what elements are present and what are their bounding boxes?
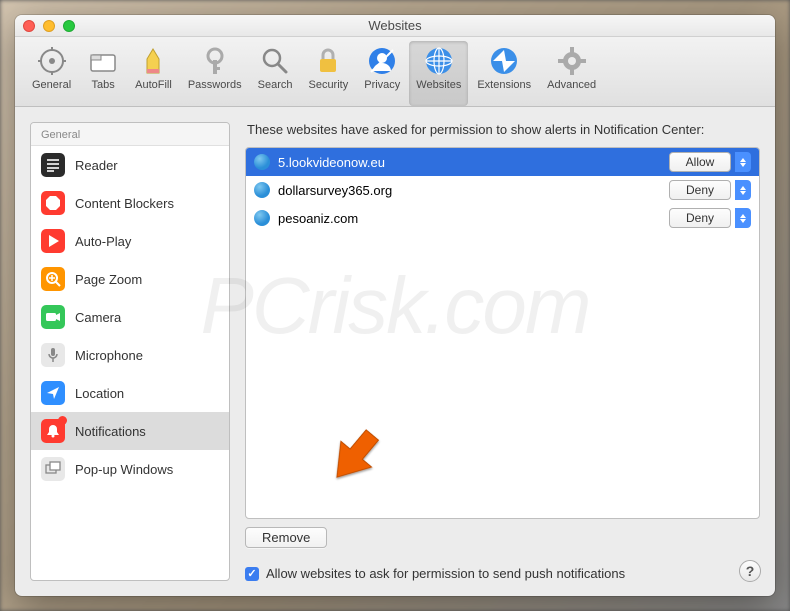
auto-play-icon: [41, 229, 65, 253]
toolbar-label: General: [32, 79, 71, 91]
content-pane: These websites have asked for permission…: [245, 122, 760, 581]
website-icon: [254, 182, 270, 198]
sidebar-item-content-blockers[interactable]: Content Blockers: [31, 184, 229, 222]
select-arrows-icon[interactable]: [735, 152, 751, 172]
permission-select[interactable]: Deny: [669, 180, 731, 200]
websites-icon: [423, 45, 455, 77]
extensions-icon: [488, 45, 520, 77]
toolbar-label: Websites: [416, 79, 461, 91]
toolbar-autofill[interactable]: AutoFill: [128, 41, 179, 106]
toolbar-tabs[interactable]: Tabs: [80, 41, 126, 106]
sidebar-item-label: Reader: [75, 158, 118, 173]
select-arrows-icon[interactable]: [735, 208, 751, 228]
website-domain: 5.lookvideonow.eu: [278, 155, 661, 170]
website-icon: [254, 154, 270, 170]
sidebar-item-microphone[interactable]: Microphone: [31, 336, 229, 374]
website-row[interactable]: pesoaniz.com Deny: [246, 204, 759, 232]
toolbar-label: Passwords: [188, 79, 242, 91]
remove-button[interactable]: Remove: [245, 527, 327, 548]
microphone-icon: [41, 343, 65, 367]
website-row[interactable]: 5.lookvideonow.eu Allow: [246, 148, 759, 176]
permission-select[interactable]: Allow: [669, 152, 731, 172]
sidebar-item-label: Content Blockers: [75, 196, 174, 211]
content-description: These websites have asked for permission…: [245, 122, 760, 137]
toolbar-label: AutoFill: [135, 79, 172, 91]
toolbar-label: Advanced: [547, 79, 596, 91]
sidebar-header: General: [31, 123, 229, 146]
passwords-icon: [199, 45, 231, 77]
select-arrows-icon[interactable]: [735, 180, 751, 200]
toolbar-label: Extensions: [477, 79, 531, 91]
notification-badge: [58, 416, 67, 425]
sidebar-item-label: Auto-Play: [75, 234, 131, 249]
toolbar-search[interactable]: Search: [251, 41, 300, 106]
sidebar-item-popup-windows[interactable]: Pop-up Windows: [31, 450, 229, 488]
location-icon: [41, 381, 65, 405]
website-list: 5.lookvideonow.eu Allow dollarsurvey365.or…: [245, 147, 760, 519]
preferences-window: Websites General Tabs AutoFill Passwords Sea…: [15, 15, 775, 596]
website-domain: dollarsurvey365.org: [278, 183, 661, 198]
toolbar-extensions[interactable]: Extensions: [470, 41, 538, 106]
website-domain: pesoaniz.com: [278, 211, 661, 226]
sidebar-item-label: Microphone: [75, 348, 143, 363]
toolbar-privacy[interactable]: Privacy: [357, 41, 407, 106]
privacy-icon: [366, 45, 398, 77]
sidebar-item-location[interactable]: Location: [31, 374, 229, 412]
general-icon: [36, 45, 68, 77]
sidebar-item-label: Camera: [75, 310, 121, 325]
allow-ask-label: Allow websites to ask for permission to …: [266, 566, 625, 581]
toolbar-general[interactable]: General: [25, 41, 78, 106]
toolbar-label: Privacy: [364, 79, 400, 91]
sidebar-item-camera[interactable]: Camera: [31, 298, 229, 336]
advanced-icon: [556, 45, 588, 77]
sidebar-item-reader[interactable]: Reader: [31, 146, 229, 184]
window-title: Websites: [15, 18, 775, 33]
sidebar-item-auto-play[interactable]: Auto-Play: [31, 222, 229, 260]
sidebar: General Reader Content Blockers Auto-Play P…: [30, 122, 230, 581]
toolbar-label: Search: [258, 79, 293, 91]
camera-icon: [41, 305, 65, 329]
popup-windows-icon: [41, 457, 65, 481]
permission-select[interactable]: Deny: [669, 208, 731, 228]
titlebar: Websites: [15, 15, 775, 37]
content-blockers-icon: [41, 191, 65, 215]
website-row[interactable]: dollarsurvey365.org Deny: [246, 176, 759, 204]
allow-ask-checkbox[interactable]: [245, 567, 259, 581]
toolbar: General Tabs AutoFill Passwords Search Securi…: [15, 37, 775, 107]
reader-icon: [41, 153, 65, 177]
website-icon: [254, 210, 270, 226]
tabs-icon: [87, 45, 119, 77]
security-icon: [312, 45, 344, 77]
toolbar-security[interactable]: Security: [301, 41, 355, 106]
sidebar-item-notifications[interactable]: Notifications: [31, 412, 229, 450]
help-button[interactable]: ?: [739, 560, 761, 582]
page-zoom-icon: [41, 267, 65, 291]
allow-ask-row: Allow websites to ask for permission to …: [245, 566, 760, 581]
autofill-icon: [137, 45, 169, 77]
sidebar-item-label: Location: [75, 386, 124, 401]
toolbar-websites[interactable]: Websites: [409, 41, 468, 106]
sidebar-item-label: Pop-up Windows: [75, 462, 173, 477]
toolbar-label: Tabs: [92, 79, 115, 91]
toolbar-passwords[interactable]: Passwords: [181, 41, 249, 106]
toolbar-label: Security: [308, 79, 348, 91]
search-icon: [259, 45, 291, 77]
sidebar-item-label: Page Zoom: [75, 272, 142, 287]
sidebar-item-page-zoom[interactable]: Page Zoom: [31, 260, 229, 298]
sidebar-item-label: Notifications: [75, 424, 146, 439]
toolbar-advanced[interactable]: Advanced: [540, 41, 603, 106]
